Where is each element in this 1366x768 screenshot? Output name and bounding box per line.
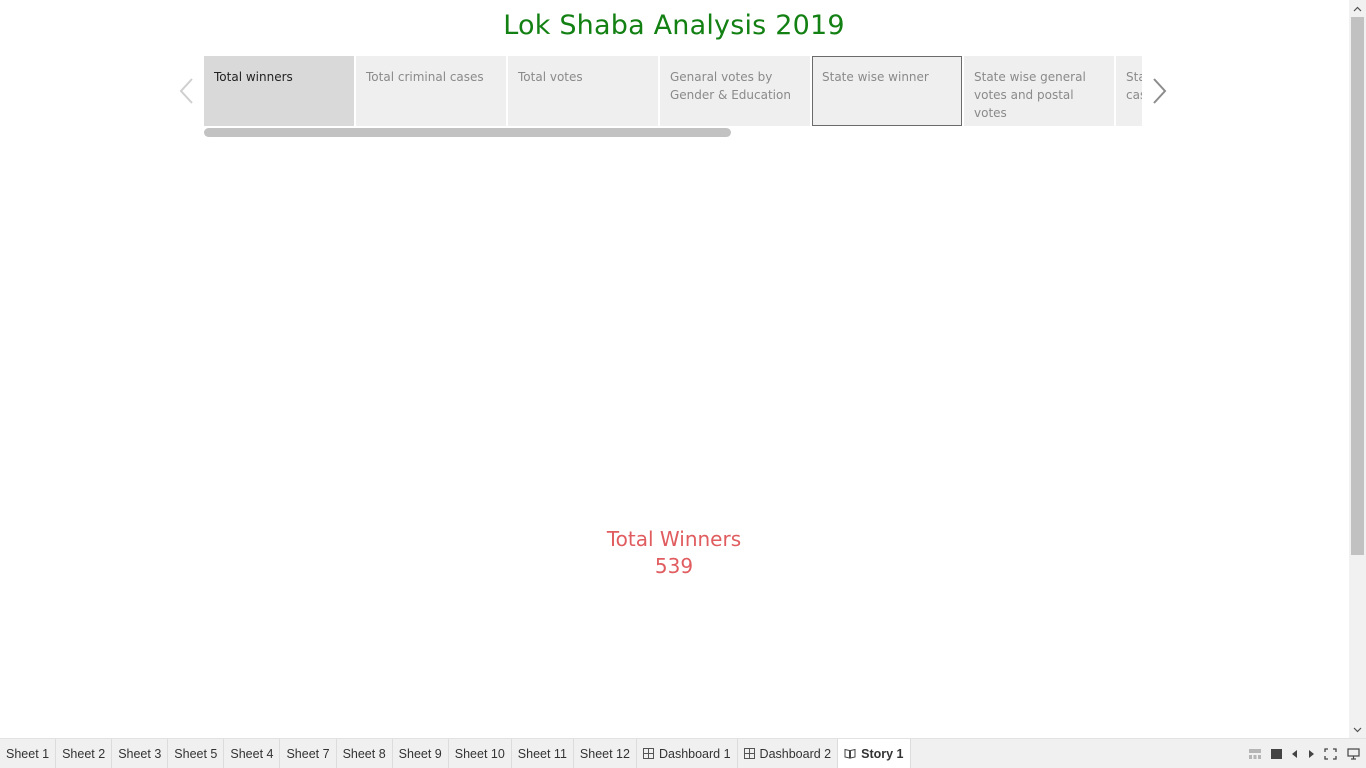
tab-scroll-right-icon[interactable] — [1308, 750, 1314, 758]
story-point-label: State wise general votes and postal vote… — [974, 70, 1086, 120]
fullscreen-icon[interactable] — [1324, 748, 1337, 760]
story-point-label: State wise winner — [822, 70, 929, 84]
story-point-label: State wise criminal cases — [1126, 70, 1142, 102]
tab-label: Sheet 5 — [174, 746, 218, 761]
kpi-value: 539 — [654, 554, 694, 578]
story-point-total-winners[interactable]: Total winners — [204, 56, 354, 126]
next-point-arrow-icon[interactable] — [1150, 76, 1170, 106]
tab-sheet-12[interactable]: Sheet 12 — [574, 739, 637, 768]
presentation-mode-icon[interactable] — [1347, 748, 1360, 760]
tab-sheet-8[interactable]: Sheet 8 — [337, 739, 393, 768]
tab-sheet-10[interactable]: Sheet 10 — [449, 739, 512, 768]
story-point-label: Total criminal cases — [366, 70, 484, 84]
tab-sheet-9[interactable]: Sheet 9 — [393, 739, 449, 768]
show-filmstrip-icon[interactable] — [1249, 749, 1261, 759]
story-point-label: Total votes — [518, 70, 583, 84]
tab-label: Sheet 11 — [517, 746, 567, 761]
tab-sheet-2[interactable]: Sheet 2 — [56, 739, 113, 768]
tab-sheet-4[interactable]: Sheet 4 — [224, 739, 281, 768]
story-point-total-criminal-cases[interactable]: Total criminal cases — [356, 56, 506, 126]
previous-point-arrow-icon[interactable] — [177, 76, 197, 106]
story-point-label: Genaral votes by Gender & Education — [670, 70, 791, 102]
tableau-story-page: Lok Shaba Analysis 2019 Total winners To… — [0, 0, 1366, 768]
tab-label: Sheet 10 — [454, 746, 505, 761]
story-point-state-wise-criminal-cases[interactable]: State wise criminal cases — [1116, 56, 1142, 126]
tab-sheet-5[interactable]: Sheet 5 — [168, 739, 225, 768]
tab-label: Story 1 — [861, 746, 904, 761]
kpi-label: Total Winners — [606, 527, 742, 551]
show-tabs-icon[interactable] — [1271, 749, 1282, 759]
tab-label: Dashboard 1 — [658, 746, 731, 761]
tab-sheet-3[interactable]: Sheet 3 — [112, 739, 169, 768]
vertical-scrollbar[interactable] — [1349, 0, 1366, 738]
tab-scroll-left-icon[interactable] — [1292, 750, 1298, 758]
story-icon — [844, 748, 856, 759]
tab-label: Sheet 2 — [62, 746, 106, 761]
story-point-state-wise-general-postal-votes[interactable]: State wise general votes and postal vote… — [964, 56, 1114, 126]
tab-bar-controls — [1249, 739, 1360, 768]
story-point-total-votes[interactable]: Total votes — [508, 56, 658, 126]
dashboard-icon — [743, 748, 755, 759]
dashboard-icon — [642, 748, 654, 759]
story-point-state-wise-winner[interactable]: State wise winner — [812, 56, 962, 126]
tab-label: Sheet 4 — [230, 746, 274, 761]
kpi-card: Total Winners 539 — [0, 526, 1348, 580]
vertical-scrollbar-thumb[interactable] — [1351, 17, 1364, 555]
tab-label: Sheet 12 — [579, 746, 630, 761]
tab-label: Sheet 9 — [398, 746, 442, 761]
scroll-up-arrow-icon[interactable] — [1349, 0, 1366, 17]
story-points-strip: Total winners Total criminal cases Total… — [204, 56, 1142, 126]
story-point-general-votes-gender-education[interactable]: Genaral votes by Gender & Education — [660, 56, 810, 126]
tab-story-1[interactable]: Story 1 — [838, 739, 911, 768]
tab-label: Sheet 8 — [342, 746, 386, 761]
tab-dashboard-2[interactable]: Dashboard 2 — [738, 739, 839, 768]
tab-label: Sheet 3 — [118, 746, 162, 761]
sheet-tab-bar: Sheet 1 Sheet 2 Sheet 3 Sheet 5 Sheet 4 … — [0, 738, 1366, 768]
tab-sheet-7[interactable]: Sheet 7 — [280, 739, 337, 768]
tab-label: Sheet 1 — [6, 746, 50, 761]
tab-label: Dashboard 2 — [759, 746, 832, 761]
scroll-down-arrow-icon[interactable] — [1349, 721, 1366, 738]
tab-sheet-1[interactable]: Sheet 1 — [0, 739, 57, 768]
story-title: Lok Shaba Analysis 2019 — [503, 10, 845, 41]
story-point-label: Total winners — [214, 70, 293, 84]
tab-sheet-11[interactable]: Sheet 11 — [512, 739, 574, 768]
story-points-scrollbar[interactable] — [204, 128, 731, 137]
story-points-navigator: Total winners Total criminal cases Total… — [204, 56, 1142, 126]
tab-label: Sheet 7 — [286, 746, 330, 761]
tab-dashboard-1[interactable]: Dashboard 1 — [637, 739, 738, 768]
